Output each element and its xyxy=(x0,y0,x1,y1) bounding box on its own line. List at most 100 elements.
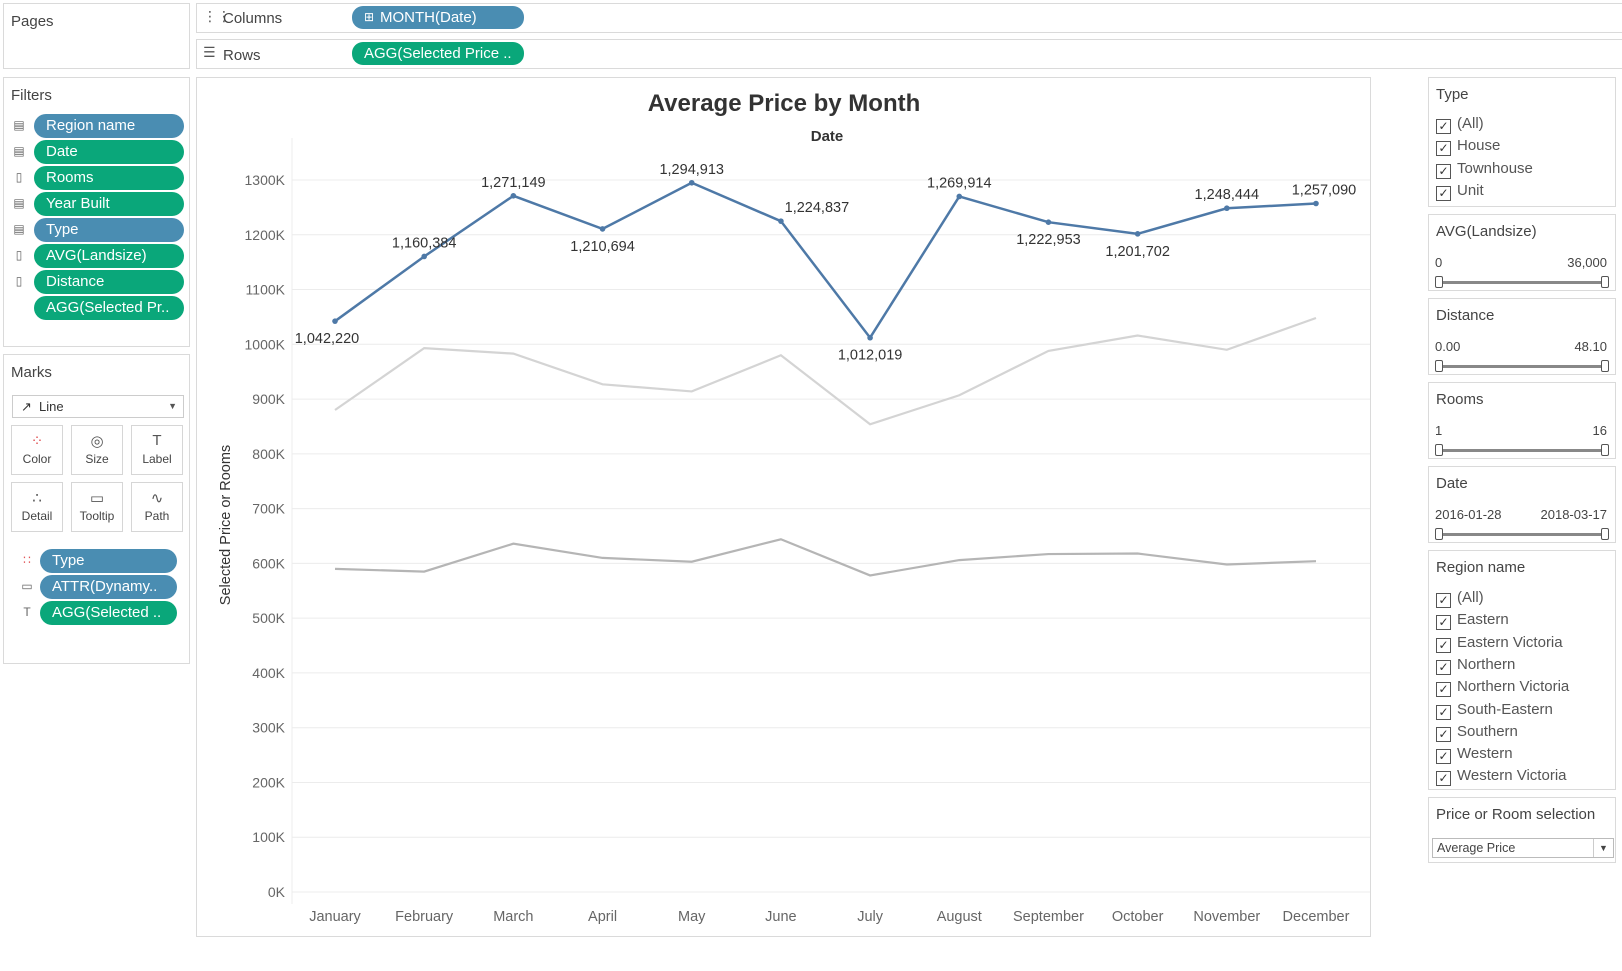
y-axis-ticks: 0K 100K 200K 300K 400K 500K 600K 700K 800K 900K 10… xyxy=(245,172,286,900)
rooms-slider-track[interactable] xyxy=(1437,449,1607,452)
checkbox-icon[interactable]: ✓ xyxy=(1436,749,1451,765)
size-mark-button[interactable]: ◎ Size xyxy=(71,425,123,475)
mark-type-dropdown[interactable]: ↗ Line ▼ xyxy=(12,395,184,418)
filter-pill-label: Distance xyxy=(46,273,105,290)
checkbox-icon[interactable]: ✓ xyxy=(1436,185,1451,201)
data-label: 1,201,702 xyxy=(1105,244,1170,260)
landsize-slider-min-handle[interactable] xyxy=(1435,276,1443,288)
price-selection-dropdown[interactable]: Average Price ▼ xyxy=(1432,838,1614,858)
path-mark-button[interactable]: ∿ Path xyxy=(131,482,183,532)
distance-slider-min-handle[interactable] xyxy=(1435,360,1443,372)
series-lines xyxy=(332,179,1319,577)
filter-pill[interactable]: Year Built xyxy=(34,192,184,216)
x-tick-label: August xyxy=(937,909,982,925)
chart-title: Average Price by Month xyxy=(648,90,921,117)
cylinder-icon: ▯ xyxy=(15,248,23,262)
filter-pill[interactable]: Date xyxy=(34,140,184,164)
landsize-slider-track[interactable] xyxy=(1437,281,1607,284)
checkbox-option[interactable]: ✓ Townhouse xyxy=(1436,159,1533,179)
checkbox-icon[interactable]: ✓ xyxy=(1436,726,1451,742)
checkbox-option[interactable]: ✓ House xyxy=(1436,136,1501,157)
region-filter-title: Region name xyxy=(1436,559,1526,576)
pages-title: Pages xyxy=(11,13,54,30)
mark-button-label: Detail xyxy=(21,509,53,523)
checkbox-icon[interactable]: ✓ xyxy=(1436,593,1451,608)
tooltip-bubble-icon: ▭ xyxy=(21,579,33,593)
marks-field-pill[interactable]: Type xyxy=(40,549,177,573)
filters-title: Filters xyxy=(11,87,52,104)
data-point xyxy=(1313,200,1319,207)
data-point xyxy=(1045,219,1052,225)
checkbox-option[interactable]: ✓ Western xyxy=(1436,744,1513,765)
label-mark-button[interactable]: T Label xyxy=(131,425,183,475)
rooms-slider-min-handle[interactable] xyxy=(1435,444,1443,456)
y-tick-label: 1100K xyxy=(246,282,286,298)
region-filter-card: Region name ✓ (All) ✓ Eastern ✓ Eastern Victo… xyxy=(1428,550,1616,790)
y-tick-label: 300K xyxy=(252,720,285,736)
checkbox-option[interactable]: ✓ (All) xyxy=(1436,588,1484,608)
type-filter-card: Type ✓ (All) ✓ House ✓ Townhouse ✓ Unit xyxy=(1428,77,1616,207)
dataset-icon: ▤ xyxy=(13,118,25,132)
checkbox-option[interactable]: ✓ (All) xyxy=(1436,114,1484,134)
date-slider-min-handle[interactable] xyxy=(1435,528,1443,540)
landsize-slider-max-handle[interactable] xyxy=(1601,276,1609,288)
columns-pill[interactable]: ⊞ MONTH(Date) xyxy=(352,6,524,29)
rooms-slider-max-handle[interactable] xyxy=(1601,444,1609,456)
price-selection-title: Price or Room selection xyxy=(1436,806,1596,823)
tooltip-mark-button[interactable]: ▭ Tooltip xyxy=(71,482,123,532)
y-tick-label: 0K xyxy=(268,884,286,900)
date-slider-max-handle[interactable] xyxy=(1601,528,1609,540)
checkbox-option[interactable]: ✓ South-Eastern xyxy=(1436,700,1553,720)
checkbox-icon[interactable]: ✓ xyxy=(1436,141,1451,157)
data-point xyxy=(778,218,784,224)
data-point xyxy=(1224,205,1230,212)
distance-filter-title: Distance xyxy=(1436,307,1495,324)
checkbox-icon[interactable]: ✓ xyxy=(1436,682,1451,698)
filter-pill[interactable]: Type xyxy=(34,218,184,242)
checkbox-icon[interactable]: ✓ xyxy=(1436,637,1451,653)
checkbox-option[interactable]: ✓ Western Victoria xyxy=(1436,766,1567,787)
distance-filter-card: Distance 0.00 48.10 xyxy=(1428,298,1616,375)
date-max: 2018-03-17 xyxy=(1540,507,1608,522)
checkbox-icon[interactable]: ✓ xyxy=(1436,119,1451,134)
x-axis-title: Date xyxy=(811,128,844,145)
columns-pill-label: MONTH(Date) xyxy=(380,9,477,26)
x-tick-label: September xyxy=(1013,909,1084,925)
checkbox-label: Eastern xyxy=(1457,611,1509,629)
filter-pill[interactable]: Distance xyxy=(34,270,184,294)
data-label: 1,222,953 xyxy=(1016,232,1081,248)
checkbox-icon[interactable]: ✓ xyxy=(1436,163,1451,179)
checkbox-option[interactable]: ✓ Northern Victoria xyxy=(1436,677,1569,698)
checkbox-label: House xyxy=(1457,137,1501,155)
filter-pill[interactable]: Rooms xyxy=(34,166,184,190)
checkbox-icon[interactable]: ✓ xyxy=(1436,771,1451,787)
checkbox-icon[interactable]: ✓ xyxy=(1436,615,1451,631)
dataset-icon: ▤ xyxy=(13,196,25,210)
distance-slider-max-handle[interactable] xyxy=(1601,360,1609,372)
filter-pill-label: Type xyxy=(46,221,79,238)
checkbox-icon[interactable]: ✓ xyxy=(1436,659,1451,675)
marks-field-pill[interactable]: ATTR(Dynamy.. xyxy=(40,575,177,599)
columns-label: Columns xyxy=(223,10,283,27)
distance-slider-track[interactable] xyxy=(1437,365,1607,368)
label-t-icon: T xyxy=(152,432,162,449)
rows-pill[interactable]: AGG(Selected Price .. xyxy=(352,42,524,65)
color-mark-button[interactable]: ⁘ Color xyxy=(11,425,63,475)
date-slider-track[interactable] xyxy=(1437,533,1607,536)
marks-field-pill[interactable]: AGG(Selected .. xyxy=(40,601,177,625)
marks-field-label: AGG(Selected .. xyxy=(52,604,162,621)
y-tick-label: 1300K xyxy=(245,172,286,188)
checkbox-option[interactable]: ✓ Eastern xyxy=(1436,610,1509,631)
filter-pill[interactable]: AVG(Landsize) xyxy=(34,244,184,268)
chart-panel: Average Price by Month Date Selected Pri… xyxy=(196,77,1371,937)
data-point xyxy=(867,334,873,341)
checkbox-option[interactable]: ✓ Southern xyxy=(1436,722,1518,742)
checkbox-option[interactable]: ✓ Eastern Victoria xyxy=(1436,633,1563,653)
checkbox-icon[interactable]: ✓ xyxy=(1436,704,1451,720)
checkbox-option[interactable]: ✓ Unit xyxy=(1436,181,1484,201)
filter-pill[interactable]: AGG(Selected Pr.. xyxy=(34,296,184,320)
filter-pill[interactable]: Region name xyxy=(34,114,184,138)
detail-mark-button[interactable]: ∴ Detail xyxy=(11,482,63,532)
checkbox-option[interactable]: ✓ Northern xyxy=(1436,655,1515,675)
y-tick-label: 700K xyxy=(252,501,285,517)
